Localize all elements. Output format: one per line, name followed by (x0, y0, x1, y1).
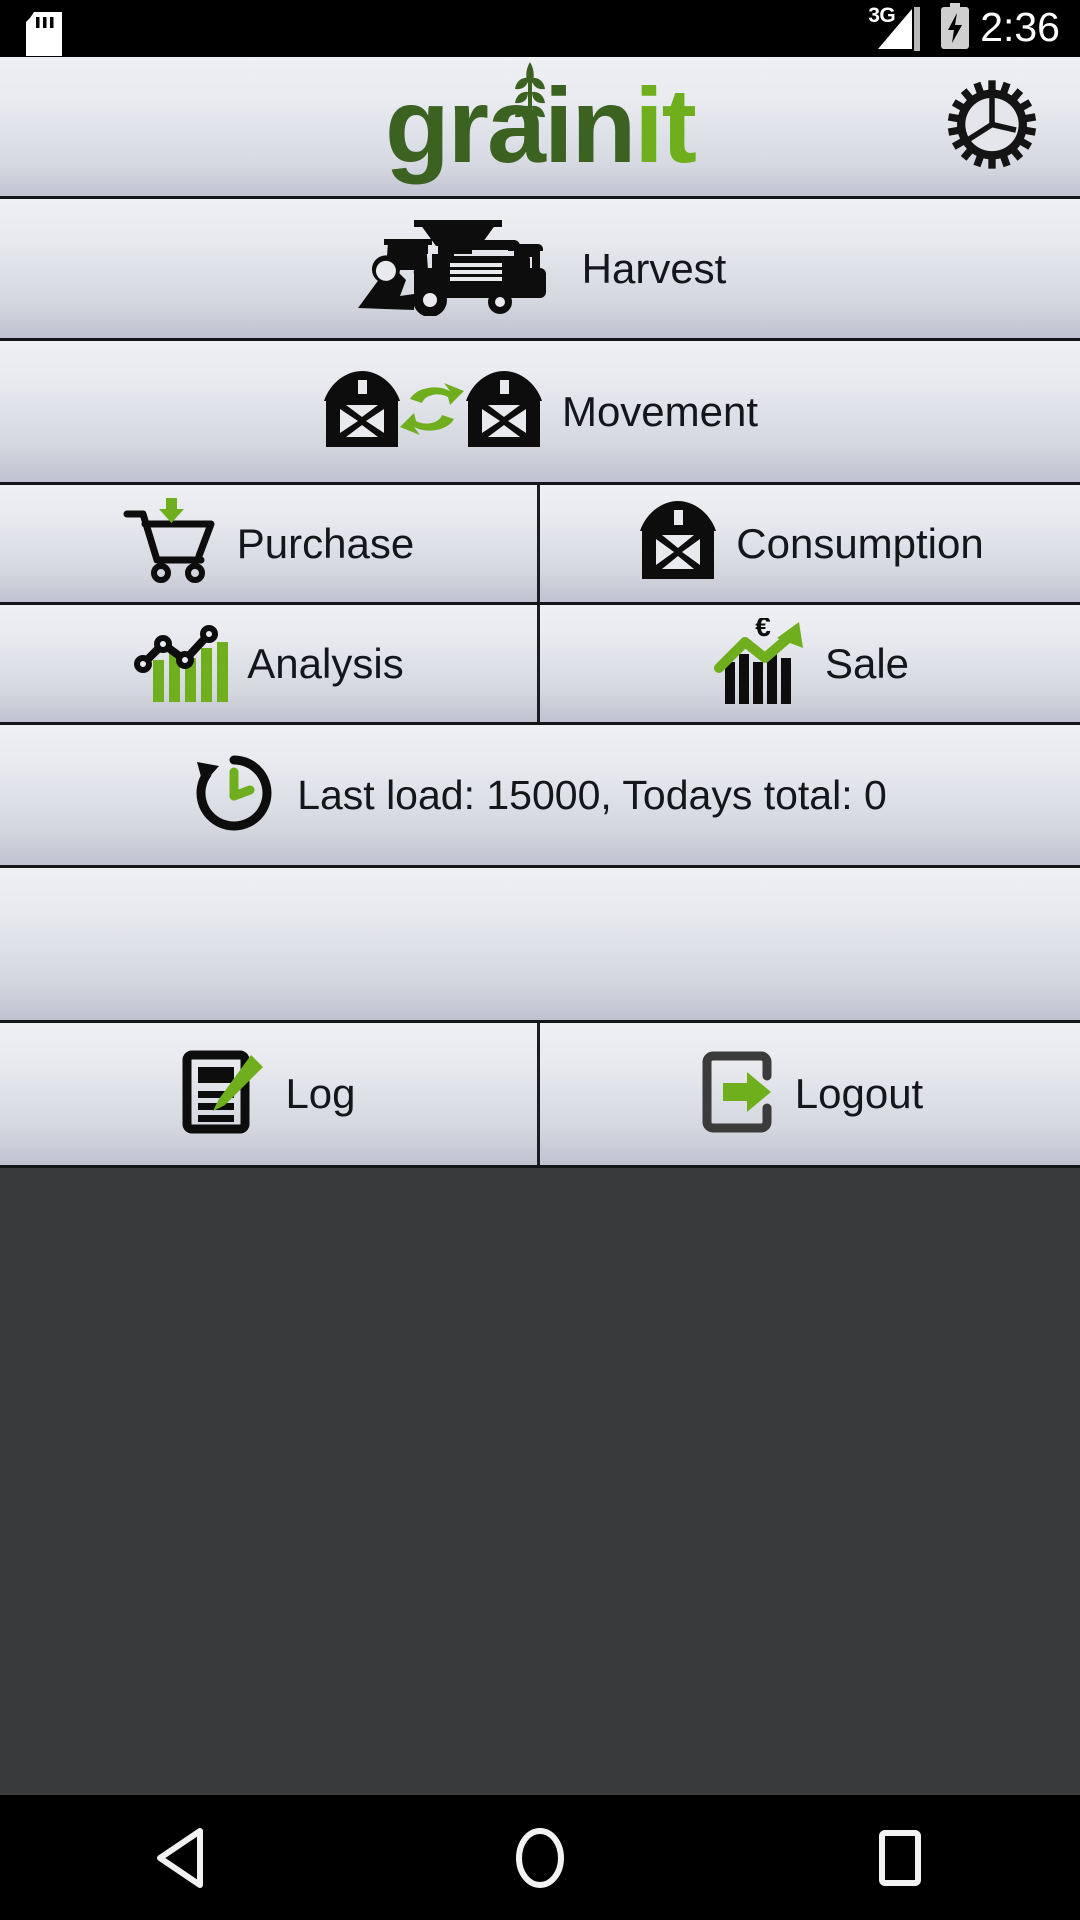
app-logo: grain it (385, 61, 697, 185)
menu-item-log[interactable]: Log (0, 1023, 540, 1165)
menu-item-logout[interactable]: Logout (540, 1023, 1080, 1165)
menu-label-harvest: Harvest (581, 244, 727, 292)
history-clock-icon (193, 752, 275, 839)
menu-item-consumption[interactable]: Consumption (540, 485, 1080, 602)
menu-item-harvest[interactable]: Harvest (0, 199, 1080, 341)
document-pencil-icon (181, 1049, 267, 1140)
menu-item-purchase[interactable]: Purchase (0, 485, 540, 602)
combine-harvester-icon (354, 216, 554, 321)
menu-label-sale: Sale (824, 639, 910, 687)
rising-chart-euro-icon: € (711, 611, 811, 709)
shopping-cart-down-arrow-icon (123, 498, 219, 589)
menu-item-sale[interactable]: € Sale (540, 605, 1080, 722)
sd-card-icon (26, 12, 62, 61)
status-bar: 3G 2:36 (0, 0, 1080, 57)
status-bar-right: 3G 2:36 (868, 0, 1060, 57)
back-triangle-icon[interactable] (105, 1795, 255, 1920)
menu-label-purchase: Purchase (236, 519, 415, 567)
wheat-stalk-icon (515, 61, 546, 152)
app-content: grain it Harvest Movement Purchase Consu… (0, 57, 1080, 1795)
battery-charging-icon (940, 3, 970, 54)
status-summary-text: Last load: 15000, Todays total: 0 (297, 771, 887, 818)
status-summary-row[interactable]: Last load: 15000, Todays total: 0 (0, 725, 1080, 868)
logo-text-it: it (634, 66, 697, 185)
phone-screen: 3G 2:36 grain it Harvest Movement Purcha… (0, 0, 1080, 1920)
clock-time: 2:36 (980, 3, 1060, 50)
android-nav-bar (0, 1795, 1080, 1920)
menu-item-movement[interactable]: Movement (0, 341, 1080, 485)
app-header: grain it (0, 57, 1080, 199)
footer-row: Log Logout (0, 1023, 1080, 1168)
menu-label-consumption: Consumption (736, 519, 984, 567)
signal-bars-icon: 3G (868, 5, 930, 51)
menu-label-log: Log (285, 1070, 356, 1117)
recents-square-icon[interactable] (825, 1795, 975, 1920)
gear-icon[interactable] (946, 78, 1038, 175)
svg-text:€: € (755, 618, 771, 642)
menu-row-analysis-sale: Analysis € Sale (0, 605, 1080, 725)
home-circle-icon[interactable] (465, 1795, 615, 1920)
menu-row-purchase-consumption: Purchase Consumption (0, 485, 1080, 605)
empty-row (0, 868, 1080, 1023)
menu-label-logout: Logout (794, 1070, 924, 1117)
menu-label-analysis: Analysis (247, 639, 404, 687)
menu-item-analysis[interactable]: Analysis (0, 605, 540, 722)
barn-exchange-icon (322, 363, 542, 460)
menu-panel: grain it Harvest Movement Purchase Consu… (0, 57, 1080, 1168)
exit-door-arrow-icon (697, 1050, 777, 1139)
menu-label-movement: Movement (561, 387, 759, 435)
bar-line-chart-icon (133, 620, 233, 707)
barn-icon (636, 501, 720, 586)
